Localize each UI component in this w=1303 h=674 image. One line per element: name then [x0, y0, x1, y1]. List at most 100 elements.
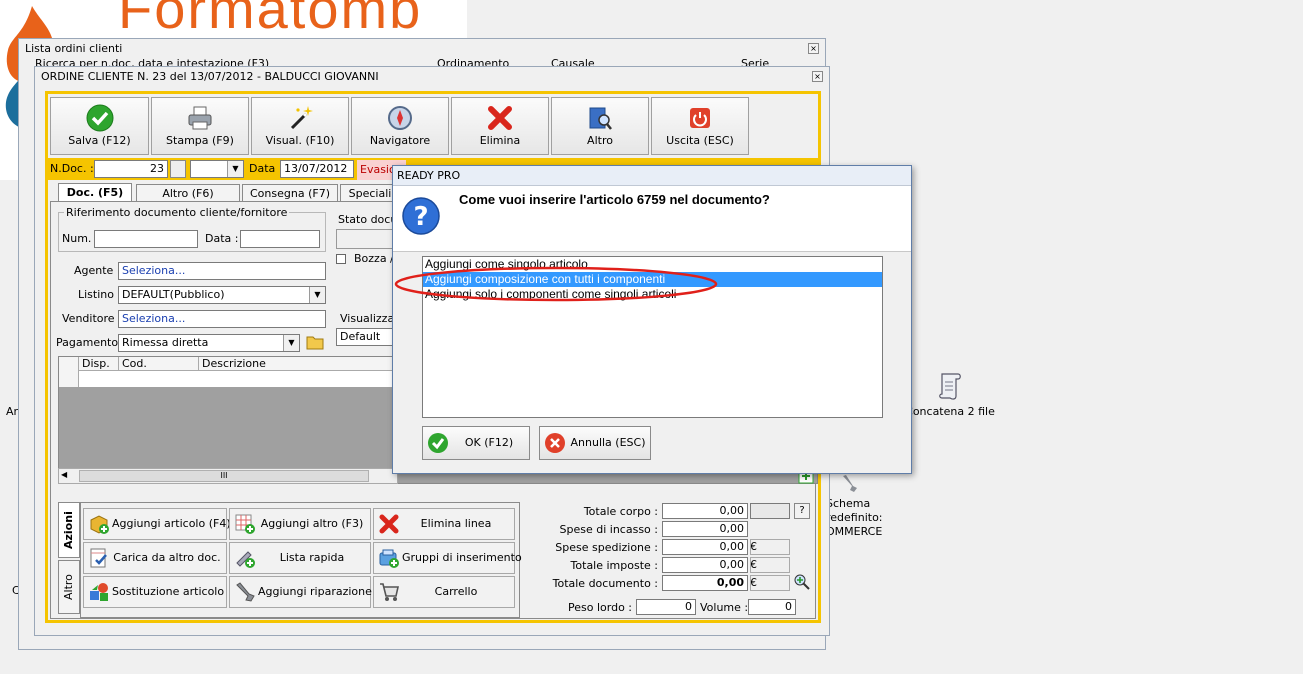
tab-altro[interactable]: Altro (F6)	[136, 184, 240, 202]
exit-button[interactable]: Uscita (ESC)	[651, 97, 749, 155]
quick-list-button[interactable]: Lista rapida	[229, 542, 371, 574]
num-field[interactable]	[94, 230, 198, 248]
data-label: Data :	[249, 162, 283, 175]
print-button[interactable]: Stampa (F9)	[151, 97, 249, 155]
help-button[interactable]: ?	[794, 503, 810, 519]
book-search-icon	[589, 107, 612, 130]
insert-groups-button[interactable]: Gruppi di inserimento	[373, 542, 522, 574]
stato-field[interactable]	[336, 229, 396, 249]
window-title: ORDINE CLIENTE N. 23 del 13/07/2012 - BA…	[41, 70, 379, 83]
cart-button[interactable]: Carrello	[373, 576, 515, 608]
delete-line-button[interactable]: Elimina linea	[373, 508, 515, 540]
desktop-icon-label: Concatena 2 file	[905, 405, 995, 418]
ordinamento-label: Ordinamento	[437, 58, 510, 66]
grid-row[interactable]	[79, 371, 397, 387]
group-add-icon	[379, 549, 399, 568]
grid-hscrollbar[interactable]: ◀ III	[58, 468, 398, 484]
total-corpo-field: 0,00	[662, 503, 748, 519]
total-label: Totale documento :	[552, 577, 658, 590]
folder-icon[interactable]	[306, 334, 324, 350]
causale-label: Causale	[551, 58, 595, 66]
window-title: Lista ordini clienti	[25, 42, 123, 55]
ndoc-label: N.Doc. :	[50, 162, 94, 175]
delete-line-label: Elimina linea	[420, 517, 492, 530]
add-other-button[interactable]: Aggiungi altro (F3)	[229, 508, 371, 540]
wrench-icon	[236, 582, 255, 602]
ok-button[interactable]: OK (F12)	[422, 426, 530, 460]
ndoc-field[interactable]: 23	[94, 160, 168, 178]
save-button[interactable]: Salva (F12)	[50, 97, 149, 155]
serie-label: Serie	[741, 58, 770, 66]
totale-imposte-field: 0,00	[662, 557, 748, 573]
add-other-label: Aggiungi altro (F3)	[260, 517, 364, 530]
currency-box	[750, 557, 790, 573]
tab-doc[interactable]: Doc. (F5)	[58, 183, 132, 201]
cancel-button[interactable]: Annulla (ESC)	[539, 426, 651, 460]
tab-consegna[interactable]: Consegna (F7)	[242, 184, 338, 202]
grid-col-descrizione[interactable]: Descrizione	[199, 357, 397, 371]
totale-documento-field: 0,00	[662, 575, 748, 591]
close-icon[interactable]: ×	[808, 43, 819, 54]
grid-col-disp[interactable]: Disp.	[79, 357, 119, 371]
bozza-label: Bozza /	[354, 252, 394, 265]
desktop-icon-concatena[interactable]: Concatena 2 file	[905, 370, 995, 418]
agente-label: Agente :	[74, 264, 121, 277]
close-icon[interactable]: ×	[812, 71, 823, 82]
ok-label: OK (F12)	[464, 436, 514, 449]
tab-azioni[interactable]: Azioni	[58, 502, 80, 558]
add-article-button[interactable]: Aggiungi articolo (F4)	[83, 508, 231, 540]
spese-incasso-field: 0,00	[662, 521, 748, 537]
grid-col-cod[interactable]: Cod.	[119, 357, 199, 371]
zoom-add-icon[interactable]	[794, 574, 810, 590]
scroll-left-icon[interactable]: ◀	[61, 470, 67, 479]
tab-altro-side[interactable]: Altro	[58, 560, 80, 614]
quick-list-label: Lista rapida	[279, 551, 345, 564]
ndoc-button[interactable]	[170, 160, 186, 178]
scroll-thumb[interactable]: III	[79, 470, 369, 482]
visualizza-combo[interactable]: Default	[336, 328, 396, 346]
navigator-label: Navigatore	[369, 134, 431, 147]
view-label: Visual. (F10)	[265, 134, 335, 147]
currency-box	[750, 539, 790, 555]
replace-article-button[interactable]: Sostituzione articolo	[83, 576, 227, 608]
volume-field[interactable]: 0	[748, 599, 796, 615]
listino-combo[interactable]: DEFAULT(Pubblico)	[118, 286, 326, 304]
spese-spedizione-field[interactable]: 0,00	[662, 539, 748, 555]
chevron-down-icon[interactable]: ▼	[283, 335, 299, 351]
rif-data-field[interactable]	[240, 230, 320, 248]
chevron-down-icon[interactable]: ▼	[309, 287, 325, 303]
add-repair-button[interactable]: Aggiungi riparazione	[229, 576, 372, 608]
add-repair-label: Aggiungi riparazione	[258, 585, 372, 598]
check-icon	[428, 433, 448, 453]
desktop-icon-schema[interactable]: Schema redefinito: OMMERCE	[826, 474, 896, 539]
side-tabs: Azioni Altro	[58, 502, 80, 618]
desktop-edge-label: Ar	[6, 405, 19, 418]
printer-icon	[188, 106, 212, 130]
total-label: Totale imposte :	[570, 559, 658, 572]
chevron-down-icon[interactable]: ▼	[227, 161, 243, 177]
delete-button[interactable]: Elimina	[451, 97, 549, 155]
wrench-icon	[843, 475, 857, 492]
desktop-icon-label: Schema redefinito: OMMERCE	[826, 497, 883, 538]
dialog-header: ? Come vuoi inserire l'articolo 6759 nel…	[393, 186, 911, 252]
add-article-label: Aggiungi articolo (F4)	[112, 517, 231, 530]
total-label: Totale corpo :	[583, 505, 658, 518]
replace-article-label: Sostituzione articolo	[112, 585, 225, 598]
tab-speciali[interactable]: Speciali	[340, 184, 400, 202]
load-from-doc-button[interactable]: Carica da altro doc.	[83, 542, 227, 574]
insert-groups-label: Gruppi di inserimento	[402, 551, 522, 564]
peso-label: Peso lordo :	[568, 601, 632, 614]
agente-field[interactable]: Seleziona...	[118, 262, 326, 280]
more-button[interactable]: Altro	[551, 97, 649, 155]
navigator-button[interactable]: Navigatore	[351, 97, 449, 155]
pagamento-label: Pagamento :	[56, 336, 126, 349]
venditore-label: Venditore :	[62, 312, 122, 325]
pagamento-combo[interactable]: Rimessa diretta	[118, 334, 300, 352]
peso-field[interactable]: 0	[636, 599, 696, 615]
venditore-field[interactable]: Seleziona...	[118, 310, 326, 328]
bozza-checkbox[interactable]	[336, 254, 346, 264]
data-field[interactable]: 13/07/2012	[280, 160, 354, 178]
serie-combo[interactable]: ▼	[190, 160, 244, 178]
red-x-icon	[379, 514, 399, 534]
view-button[interactable]: Visual. (F10)	[251, 97, 349, 155]
